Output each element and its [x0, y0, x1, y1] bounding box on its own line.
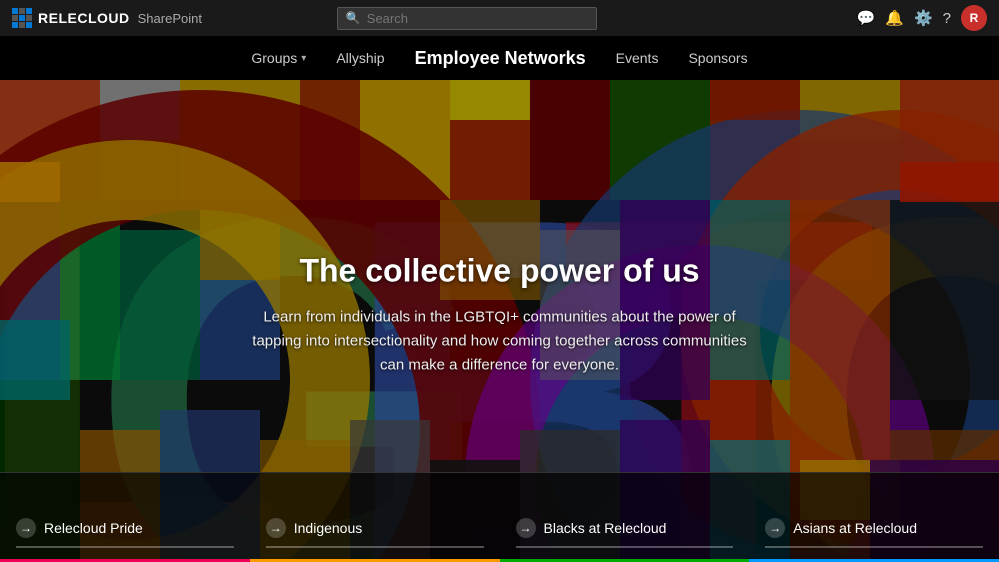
card-pride-line	[16, 546, 234, 548]
hero-title: The collective power of us	[250, 252, 750, 289]
logo-area: RELECLOUD SharePoint	[12, 8, 202, 28]
card-blacks[interactable]: → Blacks at Relecloud	[500, 472, 750, 562]
card-indigenous[interactable]: → Indigenous	[250, 472, 500, 562]
nav-employee-networks[interactable]: Employee Networks	[415, 48, 586, 69]
card-asians-arrow-icon: →	[765, 518, 785, 538]
logo-grid-icon	[12, 8, 32, 28]
card-asians-label: Asians at Relecloud	[793, 520, 917, 536]
nav-allyship[interactable]: Allyship	[336, 50, 384, 66]
search-box[interactable]: 🔍	[337, 7, 597, 30]
hero: L G B T Q	[0, 80, 999, 562]
card-pride[interactable]: → Relecloud Pride	[0, 472, 250, 562]
nav-groups[interactable]: Groups ▾	[251, 50, 306, 66]
navbar: Groups ▾ Allyship Employee Networks Even…	[0, 36, 999, 80]
settings-icon[interactable]: ⚙️	[914, 9, 933, 27]
topbar: RELECLOUD SharePoint 🔍 💬 🔔 ⚙️ ? R	[0, 0, 999, 36]
card-pride-arrow-icon: →	[16, 518, 36, 538]
nav-sponsors[interactable]: Sponsors	[688, 50, 747, 66]
chat-icon[interactable]: 💬	[857, 9, 876, 27]
topbar-icons: 💬 🔔 ⚙️ ? R	[857, 5, 987, 31]
bottom-cards: → Relecloud Pride → Indigenous → Blacks …	[0, 472, 999, 562]
logo-text: RELECLOUD	[38, 10, 130, 26]
sharepoint-label: SharePoint	[138, 11, 202, 26]
hero-content: The collective power of us Learn from in…	[250, 252, 750, 377]
card-asians[interactable]: → Asians at Relecloud	[749, 472, 999, 562]
search-icon: 🔍	[346, 11, 361, 25]
avatar[interactable]: R	[961, 5, 987, 31]
card-indigenous-arrow-icon: →	[266, 518, 286, 538]
card-blacks-label: Blacks at Relecloud	[544, 520, 667, 536]
card-indigenous-line	[266, 546, 484, 548]
groups-arrow-icon: ▾	[301, 53, 306, 64]
card-pride-label: Relecloud Pride	[44, 520, 143, 536]
nav-events[interactable]: Events	[616, 50, 659, 66]
hero-subtitle: Learn from individuals in the LGBTQI+ co…	[250, 305, 750, 377]
card-blacks-arrow-icon: →	[516, 518, 536, 538]
help-icon[interactable]: ?	[943, 10, 951, 27]
card-asians-line	[765, 546, 983, 548]
search-input[interactable]	[367, 11, 588, 26]
card-blacks-line	[516, 546, 734, 548]
bell-icon[interactable]: 🔔	[885, 9, 904, 27]
card-indigenous-label: Indigenous	[294, 520, 363, 536]
